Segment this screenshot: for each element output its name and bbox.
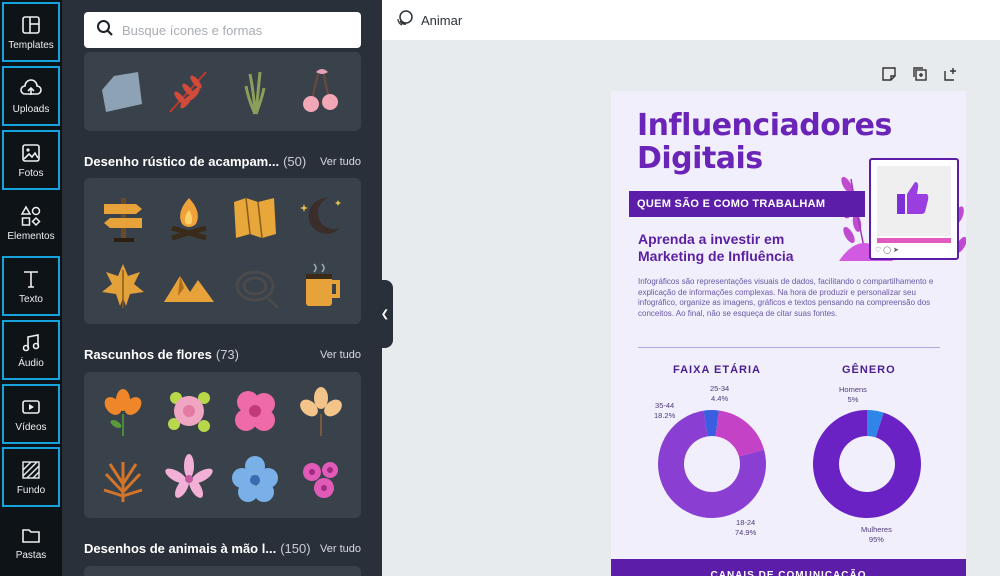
chart-title-gender[interactable]: GÊNERO [842,364,896,376]
video-icon [20,396,42,418]
sidebar-item-label: Uploads [12,103,50,115]
sidebar-item-label: Fotos [18,167,44,179]
background-icon [20,459,42,481]
sidebar-item-label: Pastas [15,549,47,561]
slice-35-44[interactable] [715,410,765,457]
sidebar-item-elementos[interactable]: Elementos [2,193,60,253]
rope-element[interactable] [228,258,282,312]
element-card-animals [84,566,361,576]
red-leaf-element[interactable] [162,64,216,118]
sidebar-item-texto[interactable]: Texto [2,256,60,316]
animate-button[interactable]: Animar [421,13,462,28]
sidebar-item-videos[interactable]: Vídeos [2,384,60,444]
music-icon [20,332,42,354]
post-actions-icons: ♡ ◯ ➤ [875,247,899,254]
sidebar-item-label: Texto [19,293,43,305]
text-icon [20,268,42,290]
rock-shape-element[interactable] [96,64,150,118]
sidebar-item-uploads[interactable]: Uploads [2,66,60,126]
divider [638,347,940,348]
data-label-mulheres: Mulheres 95% [861,525,892,544]
pink-rose-element[interactable] [228,384,282,438]
section-ribbon[interactable]: QUEM SÃO E COMO TRABALHAM [629,191,865,217]
sidebar-item-label: Vídeos [15,421,47,433]
elements-panel: Desenho rústico de acampam...(50) Ver tu… [62,0,382,576]
image-icon [20,142,42,164]
thumbs-up-icon [897,182,929,214]
shapes-icon [20,204,42,227]
campfire-element[interactable] [162,190,216,244]
section-title-animals: Desenhos de animais à mão l... (150) [84,541,311,556]
data-label-homens: Homens 5% [839,385,867,404]
lily-element[interactable] [162,452,216,506]
dried-flower-element[interactable] [96,452,150,506]
sidebar-item-label: Fundo [16,484,46,496]
chevron-left-icon: ❮ [380,308,390,320]
gender-donut-chart[interactable] [812,409,922,519]
subtitle[interactable]: Aprenda a investir em Marketing de Influ… [638,231,838,265]
magenta-flowers-element[interactable] [294,452,348,506]
left-rail: Templates Uploads Fotos Elementos Texto … [0,0,62,576]
search-icon [96,19,114,42]
mountains-element[interactable] [162,258,216,312]
design-page[interactable]: Influenciadores Digitais ♡ ◯ ➤ QUEM SÃO E… [611,91,966,576]
chart-title-age[interactable]: FAIXA ETÁRIA [673,364,761,376]
editor-toolbar: Animar [382,0,1000,40]
cloud-upload-icon [20,78,42,100]
element-card-previous [84,52,361,131]
sidebar-item-fotos[interactable]: Fotos [2,130,60,190]
search-box[interactable] [84,12,361,48]
sidebar-item-pastas[interactable]: Pastas [2,512,60,572]
sidebar-item-label: Elementos [7,230,55,242]
layout-icon [20,14,42,36]
data-label-18-24: 18-24 74.9% [735,518,757,537]
mug-element[interactable] [294,258,348,312]
autumn-leaf-element[interactable] [96,258,150,312]
pink-yellow-flower-element[interactable] [162,384,216,438]
orange-flower-element[interactable] [96,384,150,438]
sidebar-item-audio[interactable]: Áudio [2,320,60,380]
social-post-mockup: ♡ ◯ ➤ [869,158,959,260]
animate-icon[interactable] [396,9,414,32]
folder-icon [20,524,42,546]
see-all-link[interactable]: Ver tudo [320,156,361,168]
see-all-link[interactable]: Ver tudo [320,349,361,361]
data-label-25-34: 25-34 4.4% [710,384,730,403]
data-label-35-44: 35-44 18.2% [654,401,676,420]
age-donut-chart[interactable] [657,409,767,519]
blue-flower-element[interactable] [228,452,282,506]
cherries-element[interactable] [294,64,348,118]
page-tools [866,66,959,82]
sidebar-item-templates[interactable]: Templates [2,2,60,62]
element-card-camping [84,178,361,324]
section-title-camping: Desenho rústico de acampam... (50) [84,154,307,169]
section-title-flowers: Rascunhos de flores (73) [84,347,239,362]
sidebar-item-label: Templates [8,39,54,51]
moon-element[interactable] [294,190,348,244]
grass-element[interactable] [228,64,282,118]
see-all-link[interactable]: Ver tudo [320,543,361,555]
duplicate-page-icon[interactable] [912,66,928,82]
note-icon[interactable] [881,66,897,82]
sidebar-item-fundo[interactable]: Fundo [2,447,60,507]
signpost-element[interactable] [96,190,150,244]
body-text[interactable]: Infográficos são representações visuais … [638,277,944,319]
collapse-panel-button[interactable]: ❮ [377,280,393,348]
add-page-icon[interactable] [943,66,959,82]
element-card-flowers [84,372,361,518]
footer-bar[interactable]: CANAIS DE COMUNICAÇÃO [611,559,966,576]
search-input[interactable] [122,22,342,38]
sidebar-item-label: Áudio [18,357,44,369]
peach-flower-element[interactable] [294,384,348,438]
map-element[interactable] [228,190,282,244]
